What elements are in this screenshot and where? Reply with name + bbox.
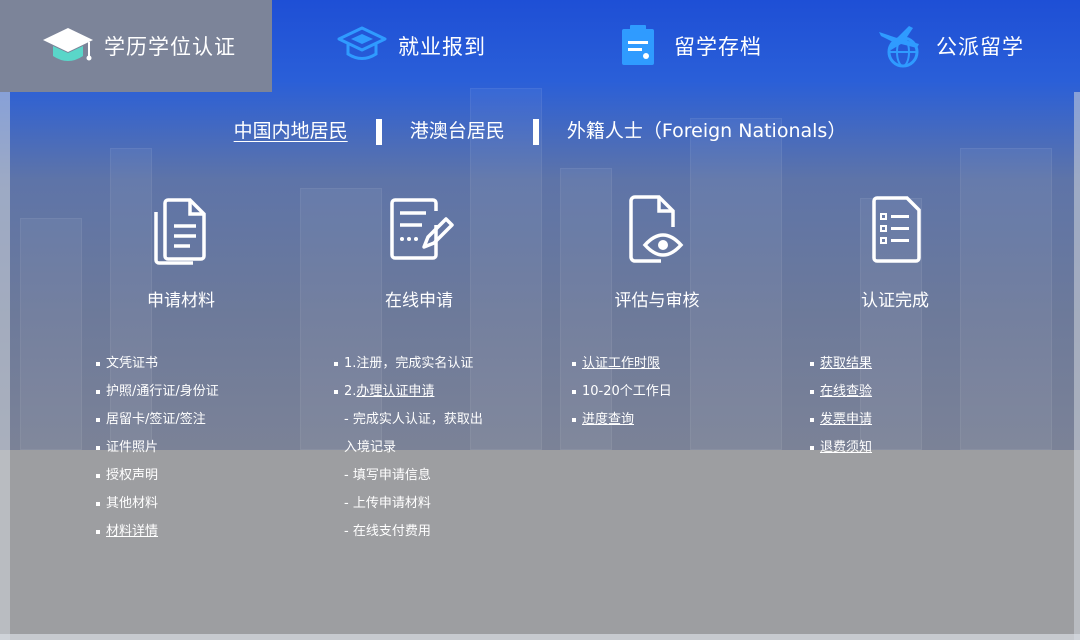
- list-item: 居留卡/签证/签注: [96, 406, 219, 434]
- nav-hk-macao-taiwan-residents[interactable]: 港澳台居民: [410, 120, 505, 142]
- materials-list: 文凭证书 护照/通行证/身份证 居留卡/签证/签注 证件照片 授权声明 其他材料…: [96, 350, 219, 546]
- step-online-application: 在线申请: [334, 190, 504, 311]
- nav-divider: [376, 119, 382, 145]
- step-label: 认证完成: [810, 286, 980, 311]
- refund-notice-link[interactable]: 退费须知: [820, 440, 872, 455]
- sub-item: - 填写申请信息: [334, 462, 483, 490]
- list-item: 发票申请: [810, 406, 872, 434]
- airplane-globe-icon: [872, 21, 928, 71]
- nav-mainland-residents[interactable]: 中国内地居民: [234, 120, 348, 142]
- frame-bottom: [0, 634, 1080, 640]
- step-verification-complete: 认证完成: [810, 190, 980, 311]
- nav-foreign-nationals[interactable]: 外籍人士（Foreign Nationals）: [567, 120, 846, 142]
- list-item: 证件照片: [96, 434, 219, 462]
- list-item: 文凭证书: [96, 350, 219, 378]
- step-label: 申请材料: [96, 286, 266, 311]
- tab-label: 公派留学: [936, 31, 1024, 61]
- apply-verification-link[interactable]: 办理认证申请: [356, 384, 434, 399]
- list-item: 1.注册，完成实名认证: [334, 350, 483, 378]
- tab-state-sponsored-study[interactable]: 公派留学: [810, 0, 1080, 92]
- frame-right: [1074, 92, 1080, 640]
- nav-divider: [533, 119, 539, 145]
- online-application-list: 1.注册，完成实名认证 2.办理认证申请 - 完成实人认证，获取出 入境记录 -…: [334, 350, 483, 546]
- list-item: 10-20个工作日: [572, 378, 672, 406]
- list-item: 获取结果: [810, 350, 872, 378]
- evaluation-list: 认证工作时限 10-20个工作日 进度查询: [572, 350, 672, 434]
- list-item: 2.办理认证申请: [334, 378, 483, 406]
- step-evaluation-review: 评估与审核: [572, 190, 742, 311]
- completion-list: 获取结果 在线查验 发票申请 退费须知: [810, 350, 872, 462]
- materials-details-link[interactable]: 材料详情: [106, 524, 158, 539]
- invoice-request-link[interactable]: 发票申请: [820, 412, 872, 427]
- list-item: 在线查验: [810, 378, 872, 406]
- form-edit-icon: [334, 190, 504, 270]
- list-item: 材料详情: [96, 518, 219, 546]
- sub-item: - 完成实人认证，获取出: [334, 406, 483, 434]
- sub-item: - 上传申请材料: [334, 490, 483, 518]
- service-tabs: 学历学位认证 就业报到 留学存档: [0, 0, 1080, 92]
- tab-label: 学历学位认证: [104, 31, 236, 61]
- step-application-materials: 申请材料: [96, 190, 266, 311]
- online-check-link[interactable]: 在线查验: [820, 384, 872, 399]
- list-item: 认证工作时限: [572, 350, 672, 378]
- tab-overseas-archive[interactable]: 留学存档: [542, 0, 810, 92]
- list-item: 授权声明: [96, 462, 219, 490]
- progress-query-link[interactable]: 进度查询: [582, 412, 634, 427]
- list-item: 退费须知: [810, 434, 872, 462]
- sub-item: 入境记录: [334, 434, 483, 462]
- checklist-icon: [810, 190, 980, 270]
- step-label: 评估与审核: [572, 286, 742, 311]
- resident-type-nav: 中国内地居民 港澳台居民 外籍人士（Foreign Nationals）: [0, 116, 1080, 145]
- tab-employment-registration[interactable]: 就业报到: [272, 0, 542, 92]
- sub-item: - 在线支付费用: [334, 518, 483, 546]
- tab-label: 就业报到: [398, 31, 486, 61]
- graduation-cap-icon: [40, 21, 96, 71]
- list-item: 其他材料: [96, 490, 219, 518]
- tab-label: 留学存档: [674, 31, 762, 61]
- list-item: 护照/通行证/身份证: [96, 378, 219, 406]
- frame-left: [0, 92, 10, 640]
- step-label: 在线申请: [334, 286, 504, 311]
- list-item: 进度查询: [572, 406, 672, 434]
- archive-folder-icon: [610, 21, 666, 71]
- get-result-link[interactable]: 获取结果: [820, 356, 872, 371]
- tab-degree-verification[interactable]: 学历学位认证: [0, 0, 272, 92]
- mortarboard-outline-icon: [334, 21, 390, 71]
- document-eye-icon: [572, 190, 742, 270]
- processing-time-link[interactable]: 认证工作时限: [582, 356, 660, 371]
- documents-icon: [96, 190, 266, 270]
